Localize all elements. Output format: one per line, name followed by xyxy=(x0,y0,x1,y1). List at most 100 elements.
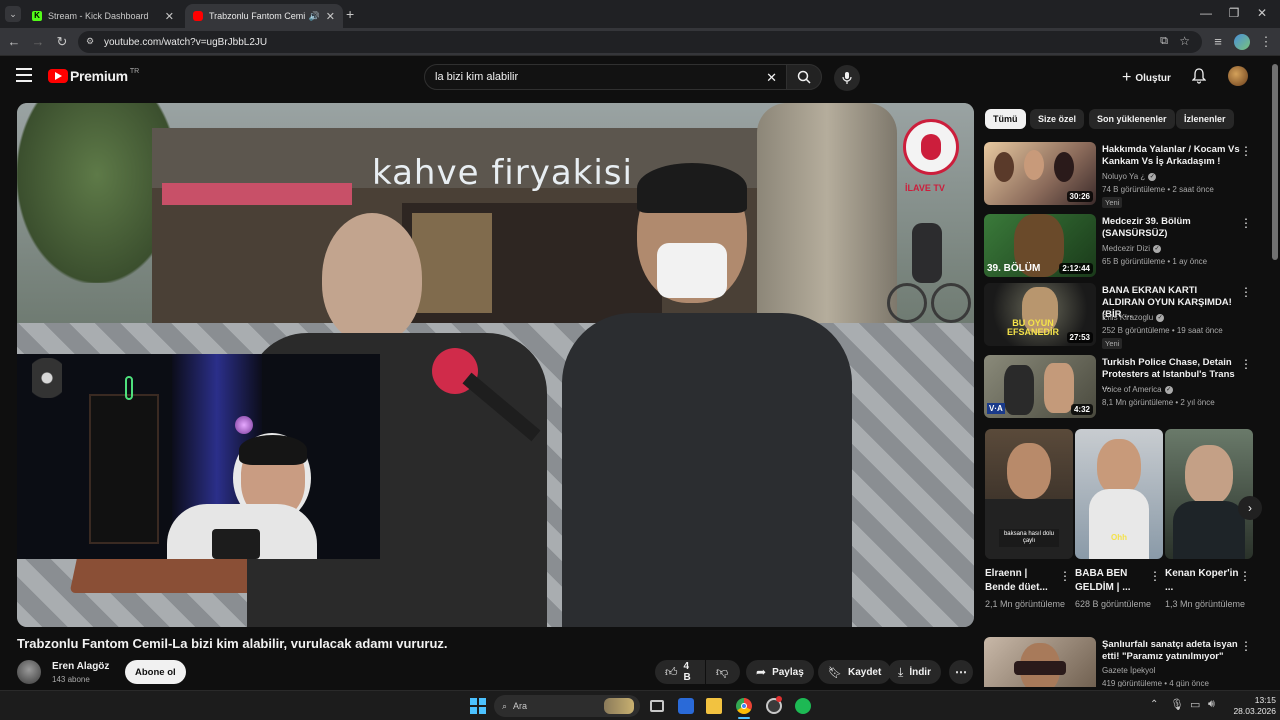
create-button[interactable]: + Oluştur xyxy=(1116,65,1177,91)
media-controls-icon[interactable]: ≡ xyxy=(1210,34,1226,50)
tab-search-icon[interactable]: ⌄ xyxy=(5,6,21,22)
recommendation-item[interactable]: Şanlıurfalı sanatçı adeta isyan etti! "P… xyxy=(984,637,1254,687)
download-button[interactable]: ⤓ İndir xyxy=(888,660,941,684)
short-item[interactable]: Ohh BABA BEN GELDİM | ... 628 B görüntül… xyxy=(1075,429,1163,610)
short-thumbnail[interactable]: baksana hasıl dolu çaylı xyxy=(985,429,1073,559)
tab-youtube-video[interactable]: Trabzonlu Fantom Cemil-La 🔊 ✕ xyxy=(185,4,343,28)
subscribe-button[interactable]: Abone ol xyxy=(125,660,186,684)
browser-menu-icon[interactable]: ⋮ xyxy=(1258,34,1274,50)
video-thumbnail[interactable]: 30:26 xyxy=(984,142,1096,205)
short-caption: baksana hasıl dolu çaylı xyxy=(999,529,1059,547)
recommendation-item[interactable]: BU OYUN EFSANEDİR 27:53 BANA EKRAN KARTI… xyxy=(984,283,1254,349)
shorts-next-button[interactable]: › xyxy=(1238,496,1262,520)
account-avatar[interactable] xyxy=(1228,66,1248,86)
task-view-icon[interactable] xyxy=(650,700,664,712)
hamburger-menu-icon[interactable] xyxy=(16,68,32,82)
channel-avatar[interactable] xyxy=(17,660,41,684)
chip-for-you[interactable]: Size özel xyxy=(1030,109,1085,129)
voice-search-button[interactable] xyxy=(834,65,860,91)
video-title: Trabzonlu Fantom Cemil-La bizi kim alabi… xyxy=(17,636,448,651)
minimize-icon[interactable]: — xyxy=(1196,6,1216,20)
video-thumbnail[interactable]: BU OYUN EFSANEDİR 27:53 xyxy=(984,283,1096,346)
profile-avatar[interactable] xyxy=(1234,34,1250,50)
file-explorer-icon[interactable] xyxy=(706,698,722,714)
short-thumbnail[interactable] xyxy=(1165,429,1253,559)
more-vertical-icon[interactable]: ⋮ xyxy=(1059,569,1071,583)
thumbnail-text: V·A xyxy=(987,403,1005,414)
youtube-premium-logo[interactable]: Premium TR xyxy=(48,68,139,84)
address-bar[interactable]: ⚙ youtube.com/watch?v=ugBrJbbL2JU ⧉ ☆ xyxy=(78,31,1202,53)
back-icon[interactable]: ← xyxy=(6,34,22,50)
clock-date[interactable]: 28.03.2026 xyxy=(1224,706,1276,716)
short-item[interactable]: Kenan Koper'in ... 1,3 Mn görüntüleme ⋮ xyxy=(1165,429,1253,610)
share-button[interactable]: ➦ Paylaş xyxy=(746,660,814,684)
streamer-figure xyxy=(167,429,317,559)
more-vertical-icon[interactable]: ⋮ xyxy=(1240,216,1252,230)
close-tab-icon[interactable]: ✕ xyxy=(326,10,335,23)
tab-title: Stream - Kick Dashboard xyxy=(48,11,149,21)
video-thumbnail[interactable] xyxy=(984,637,1096,687)
restore-icon[interactable]: ❐ xyxy=(1224,6,1244,20)
more-actions-button[interactable]: ⋯ xyxy=(949,660,973,684)
active-app-indicator xyxy=(738,717,750,719)
webcam-shelf xyxy=(89,394,159,544)
like-count: 4 B xyxy=(683,661,691,683)
more-vertical-icon[interactable]: ⋮ xyxy=(1239,569,1251,583)
taskbar-search[interactable]: ⌕ Ara xyxy=(494,695,640,717)
video-thumbnail[interactable]: V·A 4:32 xyxy=(984,355,1096,418)
like-button[interactable]: 👍︎ 4 B xyxy=(655,660,705,684)
close-window-icon[interactable]: ✕ xyxy=(1252,6,1272,20)
video-thumbnail[interactable]: 39. BÖLÜM 2:12:44 xyxy=(984,214,1096,277)
chip-recently-uploaded[interactable]: Son yüklenenler xyxy=(1089,109,1175,129)
save-button[interactable]: 🔖︎ Kaydet xyxy=(818,660,892,684)
recommendation-item[interactable]: 30:26 Hakkımda Yalanlar / Kocam Vs Kanka… xyxy=(984,142,1254,208)
spotify-icon[interactable] xyxy=(795,698,811,714)
chip-all[interactable]: Tümü xyxy=(985,109,1026,129)
recommendation-item[interactable]: V·A 4:32 Turkish Police Chase, Detain Pr… xyxy=(984,355,1254,419)
short-item[interactable]: baksana hasıl dolu çaylı Elraenn | Bende… xyxy=(985,429,1073,610)
bookmark-star-icon[interactable]: ☆ xyxy=(1179,34,1190,48)
video-player[interactable]: kahve firyakisi İLAVE TV xyxy=(17,103,974,627)
dislike-button[interactable]: 👎︎ xyxy=(706,660,740,684)
logo-region: TR xyxy=(129,67,140,75)
clear-search-icon[interactable]: ✕ xyxy=(766,70,777,86)
recommendation-item[interactable]: 39. BÖLÜM 2:12:44 Medcezir 39. Bölüm (SA… xyxy=(984,214,1254,278)
reload-icon[interactable]: ↻ xyxy=(54,34,70,50)
more-vertical-icon[interactable]: ⋮ xyxy=(1240,285,1252,299)
chrome-icon[interactable] xyxy=(736,698,752,714)
channel-name[interactable]: Eren Alagöz xyxy=(52,661,109,672)
chevron-up-icon[interactable]: ⌃ xyxy=(1150,699,1158,710)
tab-kick-dashboard[interactable]: K Stream - Kick Dashboard ✕ xyxy=(24,4,182,28)
speaker-icon[interactable]: 🔊 xyxy=(309,11,320,22)
store-icon[interactable] xyxy=(678,698,694,714)
volume-tray-icon[interactable]: 🔊︎ xyxy=(1208,698,1215,711)
new-tab-icon[interactable]: + xyxy=(346,6,354,22)
more-vertical-icon[interactable]: ⋮ xyxy=(1240,144,1252,158)
youtube-header: Premium TR la bizi kim alabilir ✕ + Oluş… xyxy=(0,56,1280,100)
obs-icon[interactable] xyxy=(766,696,782,714)
microphone-tray-icon[interactable]: 🎙︎ xyxy=(1170,698,1184,711)
short-caption: Ohh xyxy=(1111,533,1127,542)
short-thumbnail[interactable]: Ohh xyxy=(1075,429,1163,559)
chevron-right-icon: › xyxy=(1248,501,1252,515)
forward-icon[interactable]: → xyxy=(30,34,46,50)
channel-name: Medcezir Dizi ✓ xyxy=(1102,244,1162,253)
install-app-icon[interactable]: ⧉ xyxy=(1160,35,1168,48)
close-tab-icon[interactable]: ✕ xyxy=(165,10,174,23)
search-button[interactable] xyxy=(786,64,822,90)
video-duration: 30:26 xyxy=(1066,191,1093,202)
subscriber-count: 143 abone xyxy=(52,675,90,684)
thumbnail-text: 39. BÖLÜM xyxy=(987,263,1041,274)
channel-name: Voice of America ✓ xyxy=(1102,385,1173,394)
display-tray-icon[interactable]: ▭ xyxy=(1190,698,1200,711)
more-vertical-icon[interactable]: ⋮ xyxy=(1240,357,1252,371)
windows-start-icon[interactable] xyxy=(470,698,486,714)
more-vertical-icon[interactable]: ⋮ xyxy=(1149,569,1161,583)
notifications-bell-icon[interactable] xyxy=(1191,68,1207,89)
site-info-icon[interactable]: ⚙ xyxy=(86,36,94,47)
clock-time[interactable]: 13:15 xyxy=(1236,695,1276,705)
search-input[interactable]: la bizi kim alabilir ✕ xyxy=(424,64,788,90)
more-vertical-icon[interactable]: ⋮ xyxy=(1240,639,1252,653)
page-scrollbar[interactable] xyxy=(1272,64,1278,260)
chip-watched[interactable]: İzlenenler xyxy=(1176,109,1234,129)
